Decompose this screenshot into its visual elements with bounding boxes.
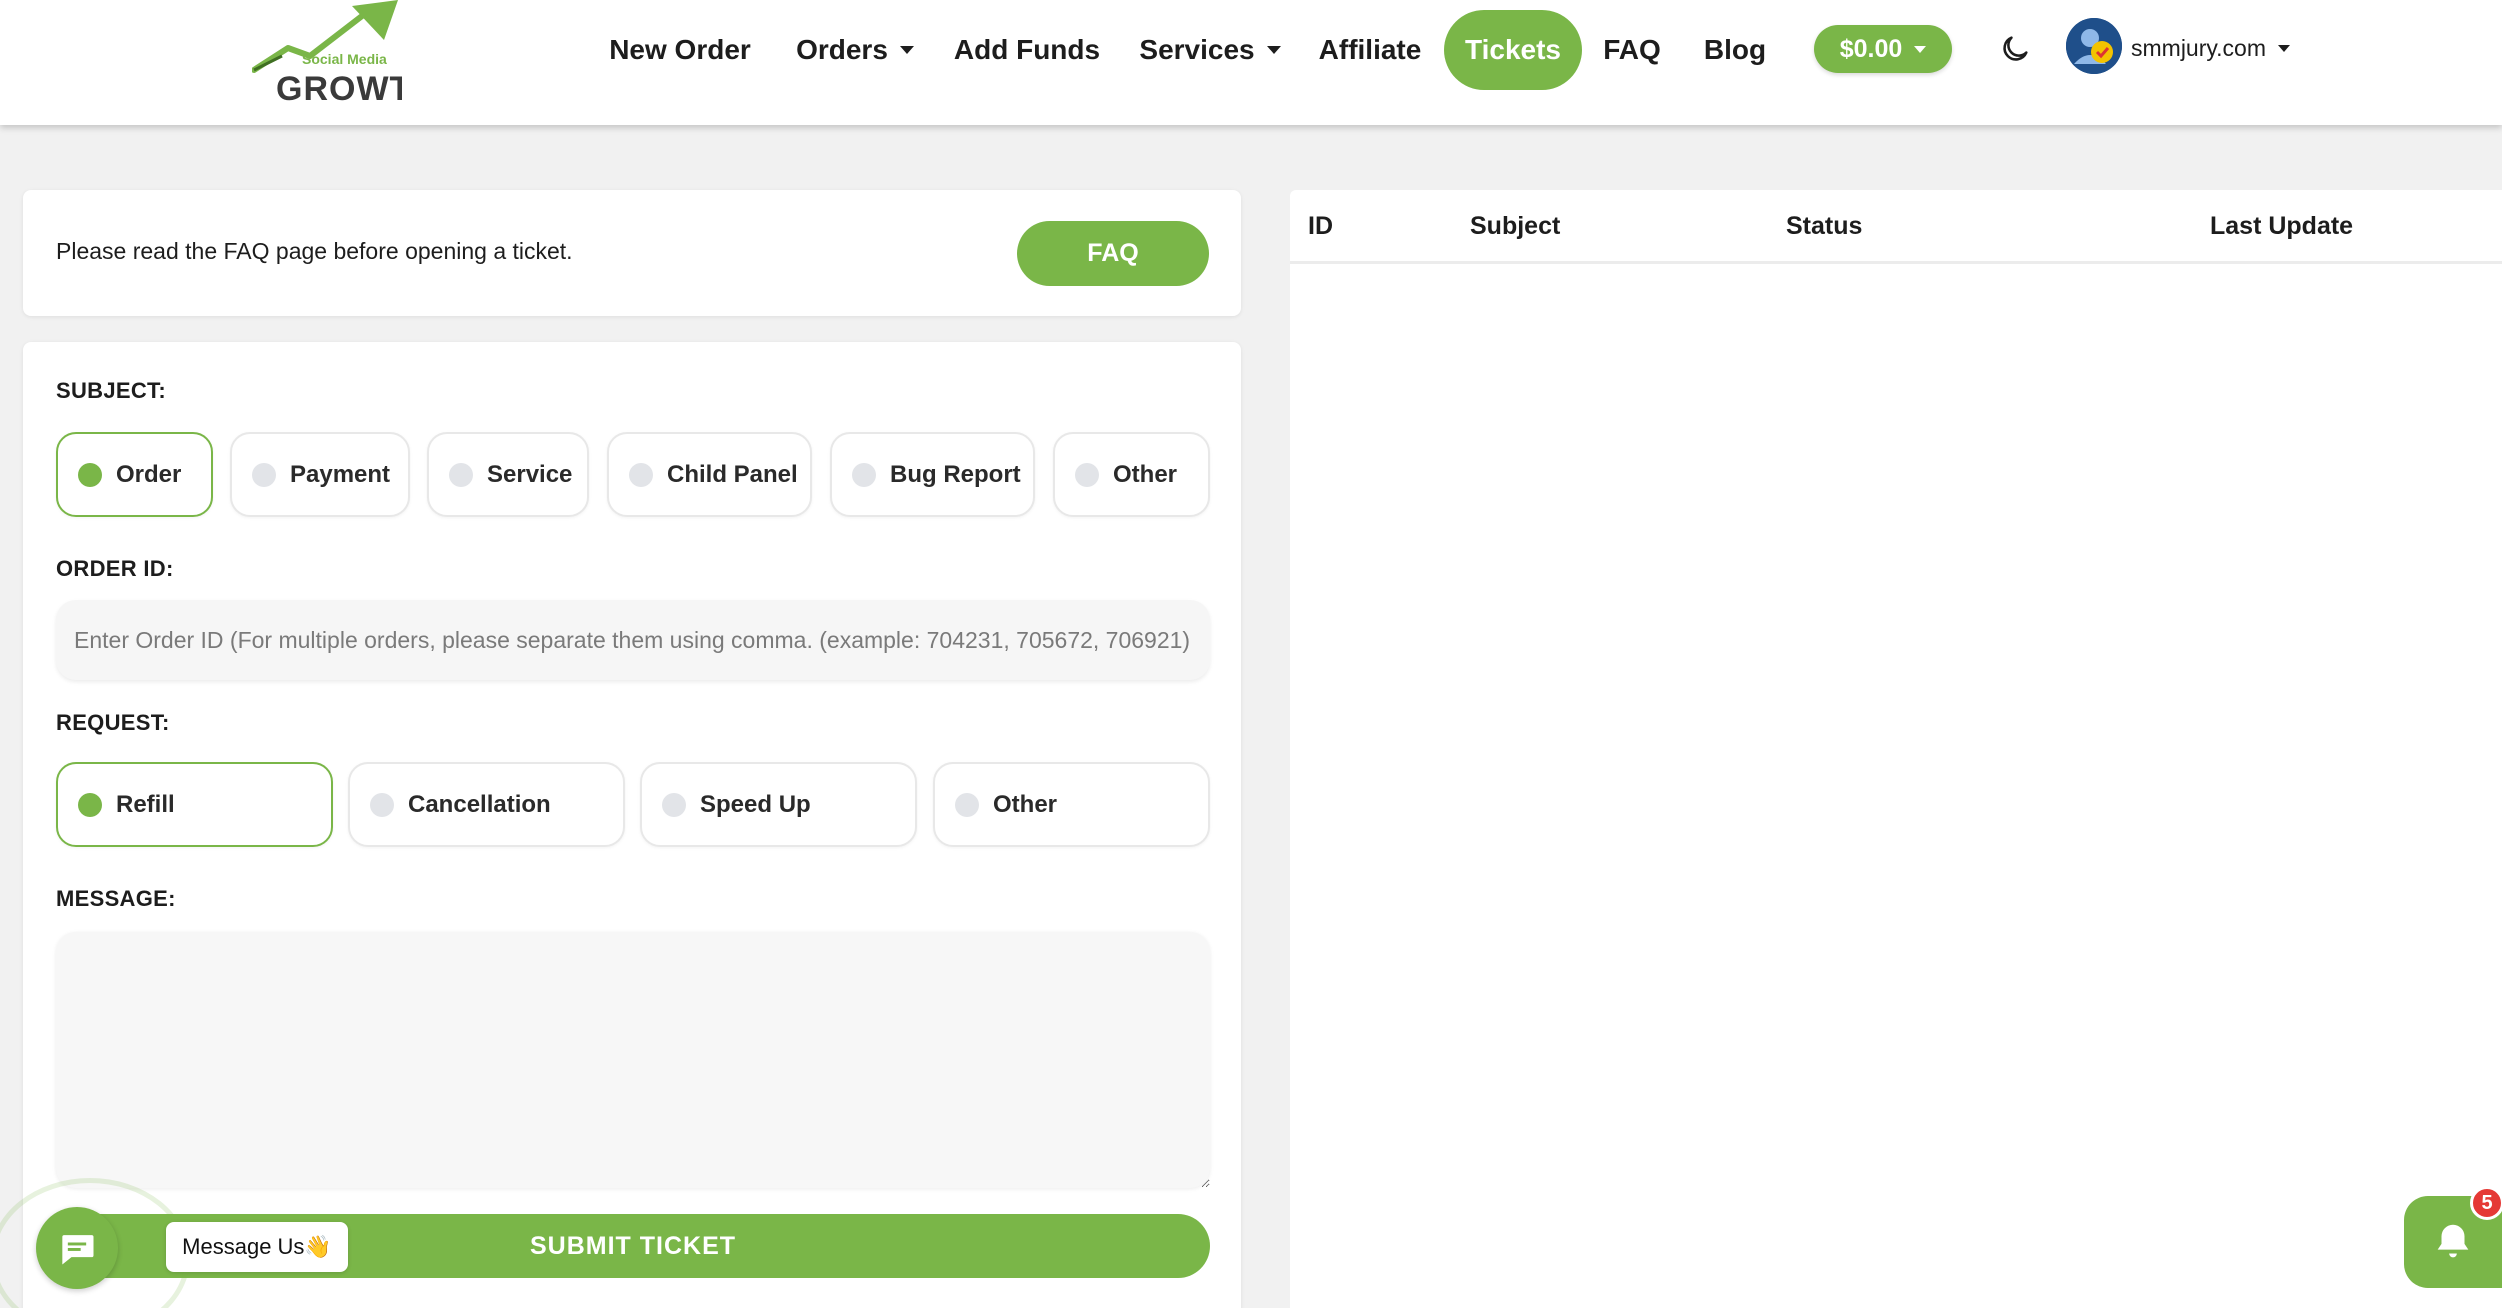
radio-button-icon (370, 792, 394, 817)
chevron-down-icon (1266, 46, 1281, 54)
nav-services-label: Services (1139, 34, 1255, 65)
subject-option-label: Bug Report (890, 460, 1021, 488)
message-label: MESSAGE: (56, 886, 176, 911)
radio-button-icon (78, 462, 102, 487)
nav-orders[interactable]: Orders (790, 10, 920, 90)
chevron-down-icon (2278, 44, 2291, 52)
nav-new-order-label: New Order (609, 34, 751, 65)
request-option-label: Other (993, 790, 1058, 818)
request-label: REQUEST: (56, 710, 170, 735)
nav-add-funds-label: Add Funds (953, 34, 1101, 65)
request-option-label: Refill (116, 790, 175, 818)
radio-button-icon (955, 792, 979, 817)
chat-icon (62, 1235, 94, 1265)
faq-notice-card: Please read the FAQ page before opening … (23, 190, 1241, 316)
nav-blog[interactable]: Blog (1700, 10, 1770, 90)
notification-count-badge: 5 (2470, 1186, 2502, 1220)
radio-button-icon (449, 462, 473, 487)
chevron-down-icon (899, 46, 914, 54)
faq-button[interactable]: FAQ (1017, 221, 1209, 286)
order-id-input[interactable] (56, 600, 1210, 680)
subject-option-label: Order (116, 460, 182, 488)
logo-text-top: Social Media (302, 51, 387, 67)
nav-new-order[interactable]: New Order (600, 10, 760, 90)
column-header-status[interactable]: Status (1786, 212, 1862, 241)
chevron-down-icon (1914, 45, 1927, 53)
radio-button-icon (629, 462, 653, 487)
subject-option-other[interactable]: Other (1053, 432, 1210, 517)
request-option-cancellation[interactable]: Cancellation (348, 762, 625, 847)
balance-amount: $0.00 (1839, 34, 1903, 63)
nav-faq-label: FAQ (1603, 34, 1661, 65)
request-option-speed-up[interactable]: Speed Up (640, 762, 917, 847)
message-us-bubble[interactable]: Message Us👋 (166, 1222, 348, 1272)
balance-dropdown[interactable]: $0.00 (1814, 25, 1952, 73)
column-header-last-update[interactable]: Last Update (2210, 212, 2353, 241)
subject-option-label: Child Panel (667, 460, 798, 488)
subject-option-child-panel[interactable]: Child Panel (607, 432, 812, 517)
subject-option-bug-report[interactable]: Bug Report (830, 432, 1035, 517)
logo-graphic: Social Media GROWTH (251, 0, 436, 108)
tickets-table: ID Subject Status Last Update (1290, 190, 2502, 1308)
request-option-label: Speed Up (700, 790, 811, 818)
ticket-form: SUBJECT: Order Payment Service Child Pan… (23, 342, 1241, 1308)
tickets-table-header: ID Subject Status Last Update (1290, 190, 2502, 264)
account-dropdown[interactable]: smmjury.com (2131, 30, 2291, 66)
logo-text-bottom: GROWTH (276, 70, 402, 106)
radio-button-icon (662, 792, 686, 817)
nav-affiliate-label: Affiliate (1318, 34, 1422, 65)
request-option-refill[interactable]: Refill (56, 762, 333, 847)
avatar[interactable] (2066, 18, 2122, 74)
column-header-id[interactable]: ID (1308, 212, 1333, 241)
nav-orders-label: Orders (796, 34, 888, 65)
request-option-label: Cancellation (408, 790, 551, 818)
nav-add-funds[interactable]: Add Funds (950, 10, 1104, 90)
nav-faq[interactable]: FAQ (1600, 10, 1664, 90)
subject-option-label: Service (487, 460, 573, 488)
bell-icon (2437, 1224, 2469, 1258)
message-textarea[interactable] (56, 932, 1210, 1188)
subject-option-service[interactable]: Service (427, 432, 589, 517)
moon-icon[interactable] (1998, 32, 2032, 66)
radio-button-icon (78, 792, 102, 817)
nav-blog-label: Blog (1703, 34, 1767, 65)
subject-option-order[interactable]: Order (56, 432, 213, 517)
subject-option-payment[interactable]: Payment (230, 432, 410, 517)
request-option-other[interactable]: Other (933, 762, 1210, 847)
chat-button[interactable] (36, 1207, 118, 1289)
order-id-label: ORDER ID: (56, 556, 174, 581)
subject-label: SUBJECT: (56, 378, 166, 403)
faq-notice-text: Please read the FAQ page before opening … (56, 238, 573, 264)
radio-button-icon (252, 462, 276, 487)
top-navbar: Social Media GROWTH New Order Orders Add… (0, 0, 2502, 125)
radio-button-icon (1075, 462, 1099, 487)
subject-option-label: Other (1113, 460, 1178, 488)
account-name: smmjury.com (2131, 34, 2267, 61)
column-header-subject[interactable]: Subject (1470, 212, 1560, 241)
nav-tickets-label: Tickets (1465, 34, 1561, 65)
nav-services[interactable]: Services (1132, 10, 1288, 90)
subject-option-label: Payment (290, 460, 391, 488)
nav-affiliate[interactable]: Affiliate (1314, 10, 1426, 90)
site-logo[interactable]: Social Media GROWTH (251, 0, 436, 108)
nav-tickets[interactable]: Tickets (1444, 10, 1582, 90)
radio-button-icon (852, 462, 876, 487)
